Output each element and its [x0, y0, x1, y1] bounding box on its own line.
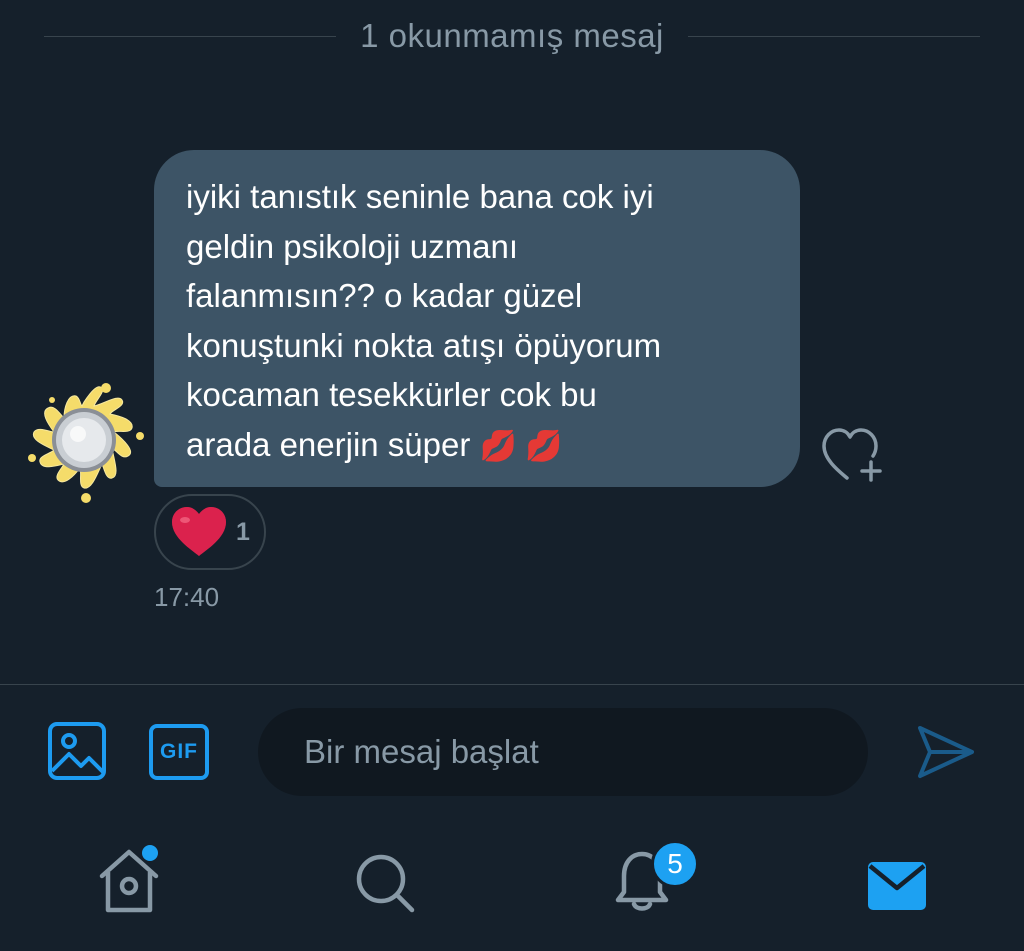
image-icon	[48, 722, 106, 780]
message-text: iyiki tanıstık seninle bana cok iyi geld…	[186, 172, 768, 471]
unread-label: 1 okunmamış mesaj	[360, 17, 664, 54]
nav-messages[interactable]	[866, 860, 928, 912]
divider-line-left	[44, 35, 337, 37]
heart-icon	[172, 507, 226, 556]
reaction-count: 1	[236, 517, 250, 546]
message-timestamp: 17:40	[154, 582, 220, 612]
divider-line-right	[687, 35, 980, 37]
send-icon	[918, 726, 974, 778]
gif-button[interactable]: GIF	[148, 723, 210, 781]
add-reaction-button[interactable]	[820, 426, 886, 484]
kiss-emoji: 💋 💋	[479, 429, 563, 463]
notifications-badge: 5	[651, 840, 699, 888]
add-media-button[interactable]	[47, 721, 107, 781]
message-input[interactable]	[258, 708, 868, 796]
search-icon	[356, 854, 415, 913]
home-unread-dot	[142, 845, 158, 861]
message-body: iyiki tanıstık seninle bana cok iyi geld…	[186, 178, 662, 463]
composer-divider	[0, 684, 1024, 685]
unread-divider: 1 okunmamış mesaj	[44, 12, 980, 60]
heart-plus-icon	[822, 428, 882, 482]
nav-search[interactable]	[354, 852, 416, 914]
avatar[interactable]	[22, 380, 146, 508]
gif-label: GIF	[160, 740, 198, 763]
message-bubble[interactable]: iyiki tanıstık seninle bana cok iyi geld…	[154, 150, 800, 487]
send-button[interactable]	[916, 724, 976, 780]
reaction-pill[interactable]: 1	[154, 494, 266, 570]
mail-icon	[868, 862, 926, 910]
